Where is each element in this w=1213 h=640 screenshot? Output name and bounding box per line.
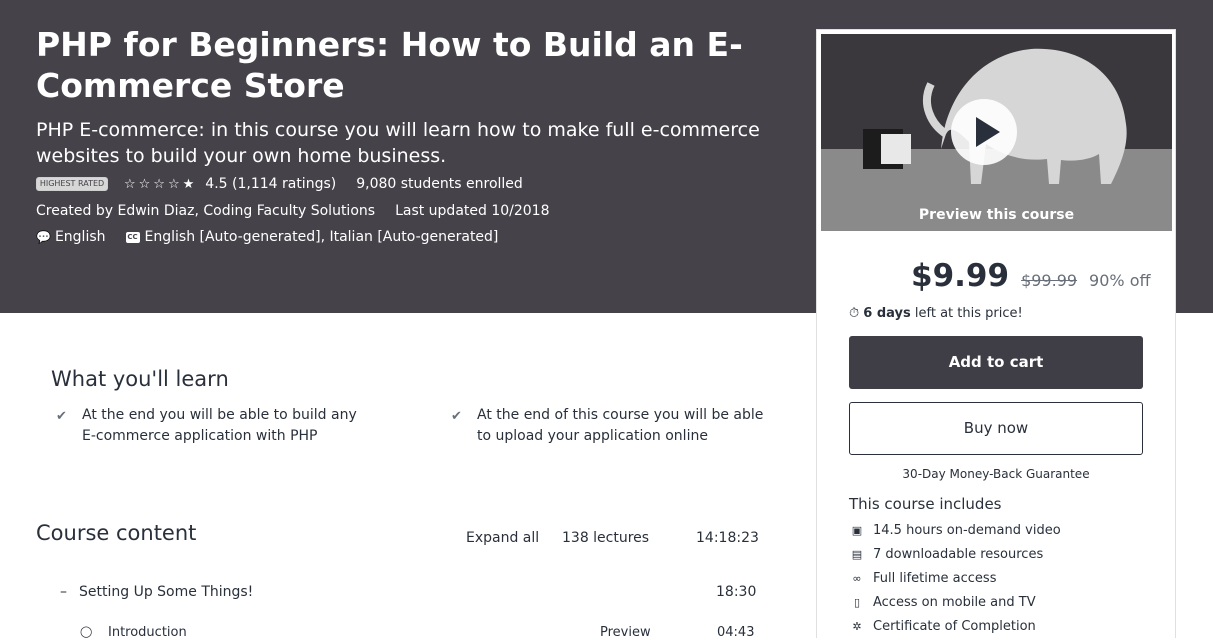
includes-item: ▤ 7 downloadable resources bbox=[849, 542, 1061, 566]
course-language: English bbox=[54, 229, 106, 245]
language-row: 💬 English CC English [Auto-generated], I… bbox=[36, 229, 498, 245]
video-icon: ▣ bbox=[851, 523, 863, 537]
includes-label: 7 downloadable resources bbox=[873, 546, 1044, 562]
rating-row: HIGHEST RATED ☆☆☆☆★ 4.5 (1,114 ratings) … bbox=[36, 176, 523, 192]
checkmark-icon: ✔ bbox=[451, 409, 462, 424]
includes-label: 14.5 hours on-demand video bbox=[873, 522, 1061, 538]
star-rating-icon: ☆☆☆☆★ bbox=[124, 176, 198, 192]
includes-label: Certificate of Completion bbox=[873, 618, 1036, 634]
includes-title: This course includes bbox=[849, 495, 1002, 513]
lecture-count: 138 lectures bbox=[562, 530, 650, 546]
learn-item-text: At the end you will be able to build any… bbox=[82, 407, 357, 444]
course-preview[interactable]: Preview this course bbox=[821, 34, 1172, 231]
discount-percent: 90% off bbox=[1089, 271, 1151, 290]
current-price: $9.99 bbox=[911, 258, 1010, 294]
highest-rated-badge: HIGHEST RATED bbox=[36, 177, 108, 191]
course-content-title: Course content bbox=[36, 521, 197, 545]
original-price: $99.99 bbox=[1021, 271, 1078, 290]
price-timer: ⏱ 6 days left at this price! bbox=[849, 306, 1023, 321]
buy-now-button[interactable]: Buy now bbox=[849, 402, 1143, 455]
learn-item: ✔ At the end of this course you will be … bbox=[451, 405, 767, 447]
price-row: $9.99 $99.99 90% off bbox=[911, 258, 1151, 294]
includes-item: ✲ Certificate of Completion bbox=[849, 614, 1061, 638]
includes-item: ▯ Access on mobile and TV bbox=[849, 590, 1061, 614]
last-updated: Last updated 10/2018 bbox=[395, 203, 550, 219]
clock-icon: ⏱ bbox=[849, 306, 860, 321]
includes-item: ▣ 14.5 hours on-demand video bbox=[849, 518, 1061, 542]
file-icon: ▤ bbox=[851, 547, 863, 561]
learn-item: ✔ At the end you will be able to build a… bbox=[56, 405, 372, 447]
play-icon[interactable] bbox=[951, 99, 1017, 165]
purchase-card: Preview this course $9.99 $99.99 90% off… bbox=[816, 29, 1176, 638]
expand-all-button[interactable]: Expand all bbox=[466, 530, 539, 546]
checkmark-icon: ✔ bbox=[56, 409, 67, 424]
includes-list: ▣ 14.5 hours on-demand video ▤ 7 downloada… bbox=[849, 518, 1061, 638]
enrolled-count: 9,080 students enrolled bbox=[356, 176, 523, 192]
author-row: Created by Edwin Diaz, Coding Faculty So… bbox=[36, 203, 550, 219]
section-title: Setting Up Some Things! bbox=[79, 584, 254, 600]
course-title: PHP for Beginners: How to Build an E-Com… bbox=[36, 25, 743, 105]
learn-title: What you'll learn bbox=[51, 367, 229, 391]
course-subtitle: PHP E-commerce: in this course you will … bbox=[36, 119, 760, 167]
play-circle-icon: ◯ bbox=[80, 625, 93, 638]
rating-text[interactable]: 4.5 (1,114 ratings) bbox=[205, 176, 336, 192]
captions-languages: English [Auto-generated], Italian [Auto-… bbox=[144, 229, 499, 245]
timer-days: 6 days bbox=[863, 306, 911, 321]
certificate-icon: ✲ bbox=[852, 619, 862, 633]
timer-text: left at this price! bbox=[910, 306, 1023, 321]
created-by[interactable]: Created by Edwin Diaz, Coding Faculty So… bbox=[36, 203, 375, 219]
mobile-icon: ▯ bbox=[853, 595, 861, 609]
total-duration: 14:18:23 bbox=[696, 530, 759, 546]
money-back-guarantee: 30-Day Money-Back Guarantee bbox=[902, 467, 1090, 481]
includes-label: Access on mobile and TV bbox=[873, 594, 1036, 610]
closed-captions-icon: CC bbox=[125, 231, 140, 243]
infinity-icon: ∞ bbox=[852, 571, 862, 585]
collapse-icon[interactable]: – bbox=[60, 584, 67, 600]
includes-item: ∞ Full lifetime access bbox=[849, 566, 1061, 590]
add-to-cart-button[interactable]: Add to cart bbox=[849, 336, 1143, 389]
speech-bubble-icon: 💬 bbox=[36, 230, 51, 244]
learn-item-text: At the end of this course you will be ab… bbox=[477, 407, 764, 444]
preview-label[interactable]: Preview this course bbox=[821, 207, 1172, 223]
section-duration: 18:30 bbox=[716, 584, 757, 600]
includes-label: Full lifetime access bbox=[873, 570, 997, 586]
